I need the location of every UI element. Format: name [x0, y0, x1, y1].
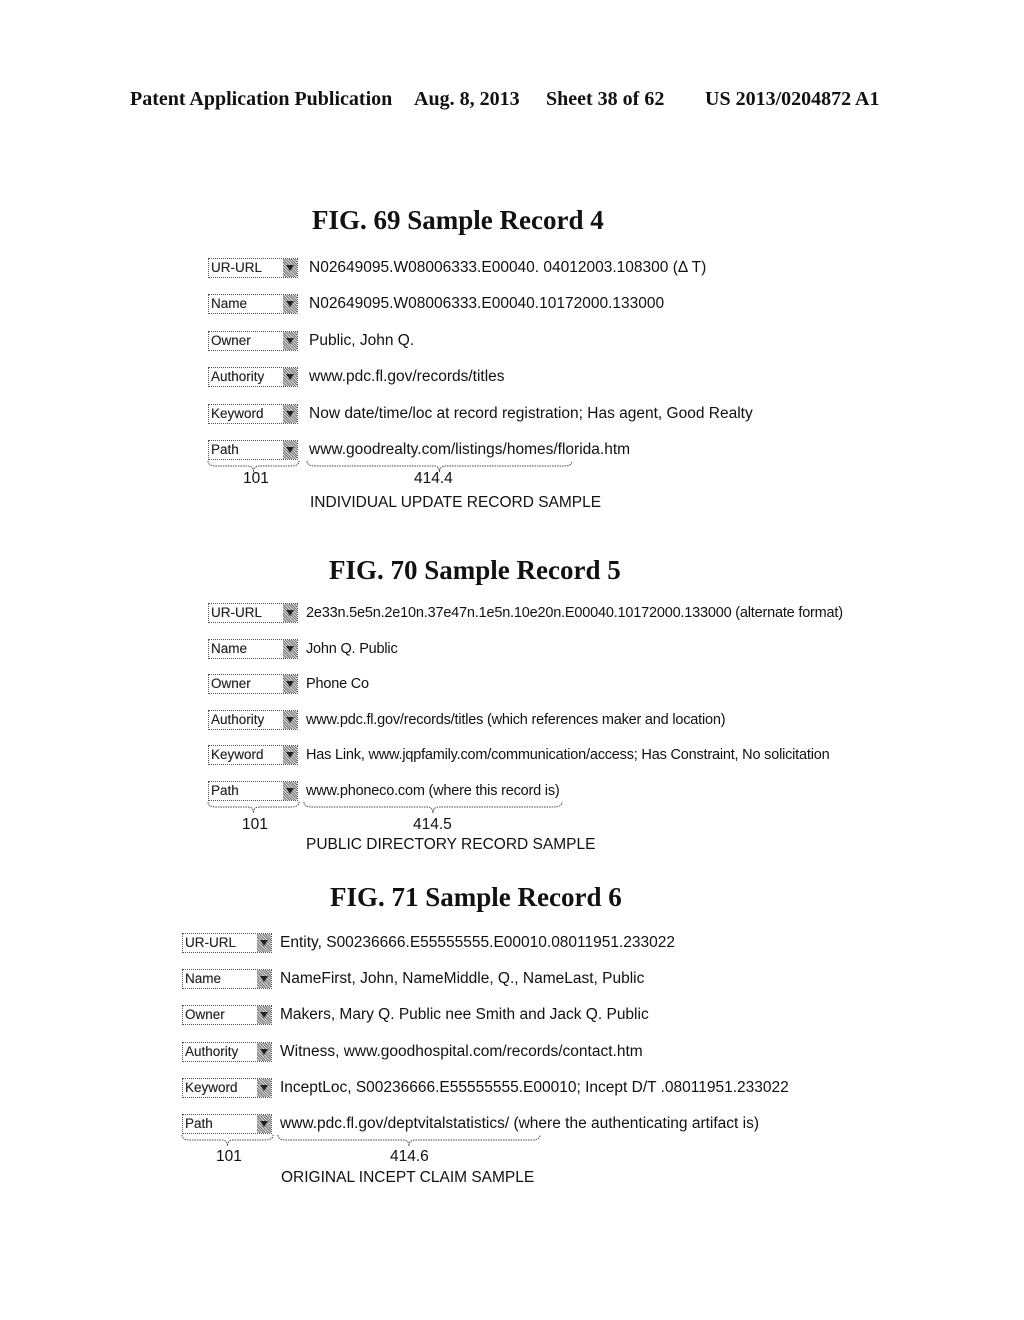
field-label: Authority — [211, 369, 265, 385]
field-label: Path — [211, 442, 239, 457]
field-value: Now date/time/loc at record registration… — [309, 404, 753, 422]
figure-title: FIG. 69 Sample Record 4 — [312, 205, 604, 235]
field-reference-number: 101 — [242, 816, 268, 833]
page-header: Patent Application Publication Aug. 8, 2… — [0, 88, 1024, 118]
field-select-authority[interactable]: Authority — [182, 1041, 272, 1062]
patent-number: US 2013/0204872 A1 — [705, 88, 880, 110]
dropdown-arrow-icon[interactable] — [257, 1115, 271, 1133]
dropdown-arrow-icon[interactable] — [283, 782, 297, 800]
field-value: www.pdc.fl.gov/records/titles — [309, 368, 505, 386]
value-reference-number: 414.5 — [413, 816, 452, 833]
value-reference-number: 414.4 — [414, 470, 453, 487]
field-label: Name — [211, 296, 248, 312]
value-brace — [303, 801, 563, 814]
dropdown-arrow-icon[interactable] — [283, 331, 297, 350]
figure-title: FIG. 70 Sample Record 5 — [329, 555, 621, 585]
field-label: UR-URL — [211, 260, 263, 275]
dropdown-arrow-icon[interactable] — [283, 368, 297, 387]
field-select-ur-url[interactable]: UR-URL — [208, 258, 298, 278]
publication-label: Patent Application Publication — [130, 88, 393, 110]
field-select-keyword[interactable]: Keyword — [182, 1077, 272, 1098]
field-brace — [181, 1134, 274, 1147]
field-select-name[interactable]: Name — [182, 969, 272, 990]
field-value: www.goodrealty.com/listings/homes/florid… — [309, 441, 631, 458]
publication-date: Aug. 8, 2013 — [414, 88, 520, 110]
field-value: Makers, Mary Q. Public nee Smith and Jac… — [280, 1006, 649, 1024]
field-select-owner[interactable]: Owner — [208, 330, 298, 351]
field-select-owner[interactable]: Owner — [182, 1005, 272, 1026]
field-select-keyword[interactable]: Keyword — [208, 745, 298, 766]
field-label: Authority — [185, 1043, 239, 1059]
record-caption: PUBLIC DIRECTORY RECORD SAMPLE — [306, 836, 596, 853]
field-value: Entity, S00236666.E55555555.E00010.08011… — [280, 934, 676, 951]
dropdown-arrow-icon[interactable] — [257, 934, 271, 952]
field-reference-number: 101 — [243, 470, 269, 487]
field-label: Path — [185, 1116, 213, 1131]
field-value: www.phoneco.com (where this record is) — [306, 783, 560, 799]
field-select-owner[interactable]: Owner — [208, 674, 298, 695]
field-value: www.pdc.fl.gov/records/titles (which ref… — [306, 711, 726, 728]
field-label: Authority — [211, 711, 265, 727]
field-select-path[interactable]: Path — [208, 781, 298, 801]
field-select-name[interactable]: Name — [208, 638, 298, 659]
field-label: Name — [185, 971, 222, 987]
field-value: www.pdc.fl.gov/deptvitalstatistics/ (whe… — [280, 1115, 759, 1132]
field-select-keyword[interactable]: Keyword — [208, 403, 298, 424]
field-value: N02649095.W08006333.E00040.10172000.1330… — [309, 295, 665, 313]
field-value: InceptLoc, S00236666.E55555555.E00010; I… — [280, 1078, 789, 1096]
field-label: Path — [211, 783, 239, 798]
field-label: Owner — [185, 1007, 225, 1023]
field-value: John Q. Public — [306, 640, 398, 657]
dropdown-arrow-icon[interactable] — [257, 1042, 271, 1061]
figure-title: FIG. 71 Sample Record 6 — [330, 882, 622, 912]
dropdown-arrow-icon[interactable] — [283, 441, 297, 459]
field-label: UR-URL — [211, 605, 263, 620]
dropdown-arrow-icon[interactable] — [283, 259, 297, 277]
dropdown-arrow-icon[interactable] — [257, 970, 271, 989]
dropdown-arrow-icon[interactable] — [283, 639, 297, 658]
field-value: NameFirst, John, NameMiddle, Q., NameLas… — [280, 970, 645, 988]
field-label: Keyword — [211, 747, 264, 763]
dropdown-arrow-icon[interactable] — [283, 404, 297, 423]
field-select-name[interactable]: Name — [208, 294, 298, 315]
field-value: 2e33n.5e5n.2e10n.37e47n.1e5n.10e20n.E000… — [306, 605, 843, 621]
value-reference-number: 414.6 — [390, 1148, 429, 1165]
field-value: Witness, www.goodhospital.com/records/co… — [280, 1042, 643, 1060]
field-select-path[interactable]: Path — [208, 440, 298, 460]
field-label: Owner — [211, 332, 251, 348]
record-caption: ORIGINAL INCEPT CLAIM SAMPLE — [281, 1169, 535, 1186]
value-brace — [277, 1134, 541, 1147]
dropdown-arrow-icon[interactable] — [257, 1006, 271, 1025]
field-select-ur-url[interactable]: UR-URL — [208, 603, 298, 623]
field-value: Public, John Q. — [309, 331, 415, 349]
field-label: Owner — [211, 676, 251, 692]
record-caption: INDIVIDUAL UPDATE RECORD SAMPLE — [310, 494, 602, 511]
dropdown-arrow-icon[interactable] — [283, 675, 297, 694]
dropdown-arrow-icon[interactable] — [283, 295, 297, 314]
field-brace — [207, 801, 300, 814]
field-select-path[interactable]: Path — [182, 1114, 272, 1134]
dropdown-arrow-icon[interactable] — [283, 604, 297, 622]
field-value: Phone Co — [306, 676, 369, 693]
field-label: UR-URL — [185, 935, 237, 950]
field-select-authority[interactable]: Authority — [208, 709, 298, 730]
field-value: Has Link, www.jqpfamily.com/communicatio… — [306, 747, 830, 764]
field-label: Keyword — [211, 405, 264, 421]
field-reference-number: 101 — [216, 1148, 242, 1165]
field-label: Keyword — [185, 1079, 238, 1095]
dropdown-arrow-icon[interactable] — [257, 1078, 271, 1097]
field-select-ur-url[interactable]: UR-URL — [182, 933, 272, 953]
field-value: N02649095.W08006333.E00040. 04012003.108… — [309, 259, 707, 276]
dropdown-arrow-icon[interactable] — [283, 710, 297, 729]
field-label: Name — [211, 640, 248, 656]
dropdown-arrow-icon[interactable] — [283, 746, 297, 765]
sheet-number: Sheet 38 of 62 — [546, 88, 665, 110]
field-select-authority[interactable]: Authority — [208, 367, 298, 388]
